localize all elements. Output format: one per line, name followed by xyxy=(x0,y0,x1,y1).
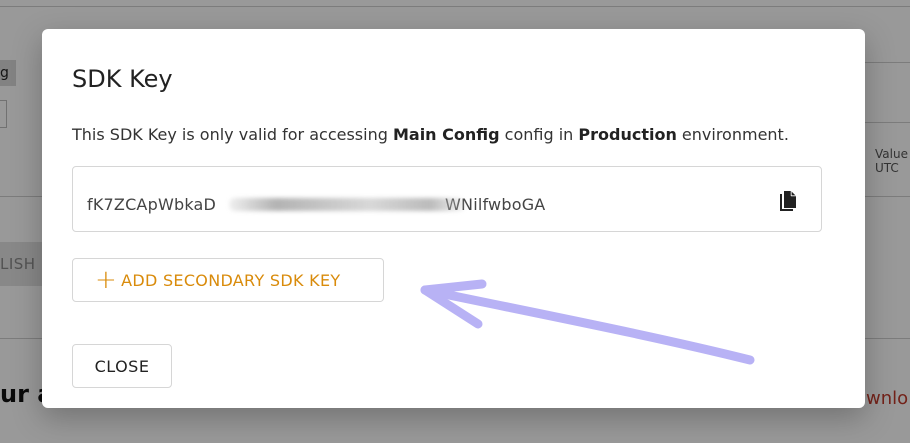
plus-icon: + xyxy=(95,265,118,295)
copy-button[interactable] xyxy=(773,187,803,217)
description-suffix: environment. xyxy=(676,125,789,144)
dialog-title: SDK Key xyxy=(72,65,173,93)
config-name: Main Config xyxy=(392,125,500,144)
sdk-key-dialog: SDK Key This SDK Key is only valid for a… xyxy=(42,29,865,408)
description-middle: config in xyxy=(499,125,579,144)
copy-icon xyxy=(780,191,796,211)
description-prefix: This SDK Key is only valid for accessing xyxy=(72,125,393,144)
add-secondary-label: ADD SECONDARY SDK KEY xyxy=(121,270,341,290)
sdk-key-start: fK7ZCApWbkaD xyxy=(87,195,217,214)
add-secondary-sdk-key-button[interactable]: + ADD SECONDARY SDK KEY xyxy=(72,258,384,302)
sdk-key-field[interactable]: fK7ZCApWbkaD WNilfwboGA xyxy=(72,166,822,232)
close-button[interactable]: CLOSE xyxy=(72,344,172,388)
redaction-blur xyxy=(229,198,465,211)
dialog-description: This SDK Key is only valid for accessing… xyxy=(72,125,789,144)
environment-name: Production xyxy=(578,125,677,144)
